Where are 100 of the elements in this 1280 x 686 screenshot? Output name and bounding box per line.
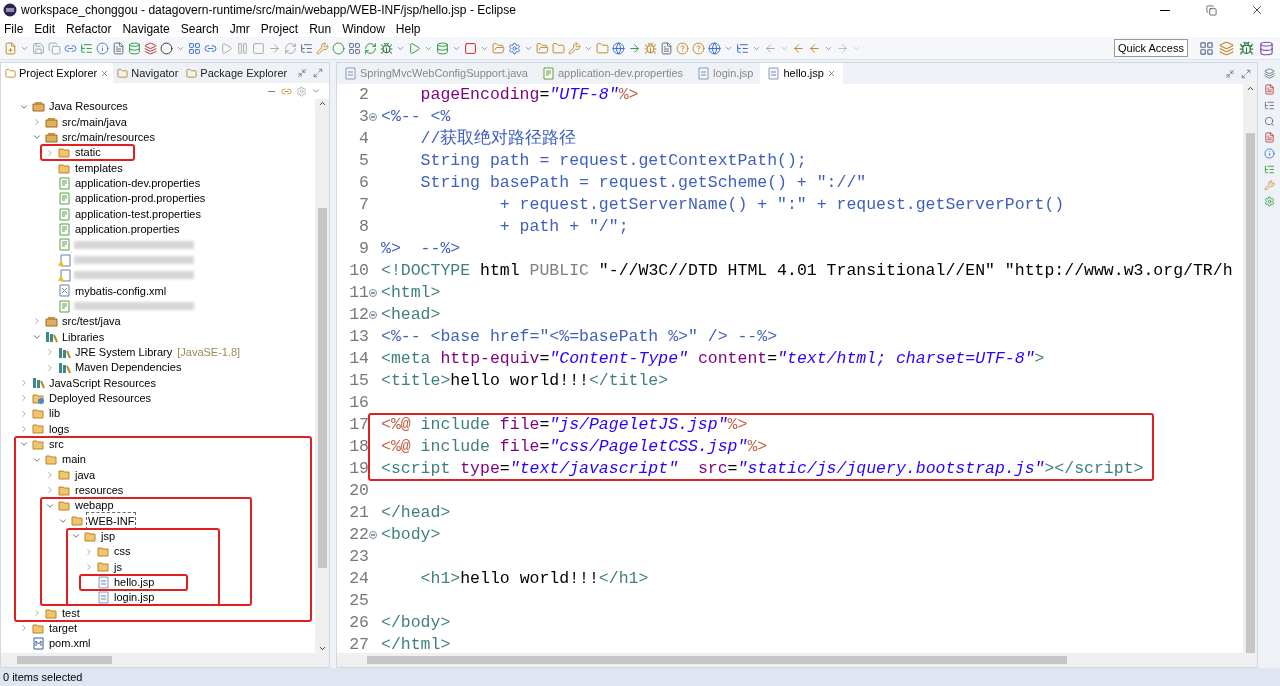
folder-icon[interactable] — [596, 41, 609, 55]
tree-item[interactable]: src/test/java — [61, 313, 122, 330]
tree-item[interactable]: application-test.properties — [74, 205, 202, 223]
gear-icon[interactable] — [1263, 196, 1275, 207]
arrow-left-icon[interactable] — [808, 41, 821, 55]
tree-item[interactable]: resources — [74, 482, 125, 499]
folder-icon[interactable] — [552, 41, 565, 55]
tree-item[interactable]: application.properties — [74, 221, 181, 238]
database-icon[interactable] — [436, 41, 449, 55]
tree-item[interactable]: application-prod.properties — [74, 190, 207, 207]
menu-item[interactable]: Jmr — [229, 19, 250, 38]
gear-icon[interactable] — [296, 85, 307, 97]
menu-item[interactable]: File — [4, 19, 24, 38]
tree-item[interactable]: jsp — [100, 528, 117, 545]
view-tab[interactable]: Project Explorer — [1, 63, 114, 83]
tree-item[interactable]: Libraries — [61, 328, 106, 346]
wrench-icon[interactable] — [1263, 180, 1275, 191]
new-file-icon[interactable] — [4, 41, 17, 55]
document-icon[interactable] — [1263, 132, 1275, 143]
tree-item[interactable]: target — [48, 620, 79, 637]
wrench-icon[interactable] — [568, 41, 581, 55]
list-icon[interactable] — [1263, 100, 1275, 111]
view-tab[interactable]: Package Explorer — [182, 63, 292, 83]
bug-icon[interactable] — [380, 41, 393, 55]
layers-icon[interactable] — [144, 41, 157, 55]
tree-item[interactable]: src/main/java — [61, 113, 128, 131]
grid-icon[interactable] — [188, 41, 201, 55]
tree-item[interactable]: application-dev.properties — [74, 175, 202, 192]
globe-icon[interactable] — [612, 41, 625, 55]
tree-item[interactable]: static — [74, 144, 102, 161]
grid-icon[interactable] — [1199, 40, 1214, 56]
tree-item[interactable]: Deployed Resources — [48, 389, 153, 407]
close-icon[interactable] — [826, 69, 836, 78]
bug-icon[interactable] — [644, 41, 657, 55]
copy-icon[interactable] — [48, 41, 61, 55]
scroll-up-icon[interactable] — [1245, 84, 1255, 93]
wrench-icon[interactable] — [316, 41, 329, 55]
step-icon[interactable] — [268, 41, 281, 55]
help-icon[interactable] — [692, 41, 705, 55]
circle-icon[interactable] — [332, 41, 345, 55]
arrow-left-icon[interactable] — [792, 41, 805, 55]
menu-item[interactable]: Help — [395, 19, 421, 38]
grid-icon[interactable] — [348, 41, 361, 55]
info-icon[interactable] — [96, 41, 109, 55]
close-icon[interactable] — [100, 68, 110, 78]
tree-item[interactable]: css — [113, 543, 132, 560]
play-icon[interactable] — [408, 41, 421, 55]
arrow-left-icon[interactable] — [764, 41, 777, 55]
scrollbar[interactable] — [315, 99, 329, 653]
save-icon[interactable] — [32, 41, 45, 55]
play-icon[interactable] — [220, 41, 233, 55]
maximize-icon[interactable] — [313, 68, 323, 78]
folder-icon[interactable] — [536, 41, 549, 55]
refresh-icon[interactable] — [364, 41, 377, 55]
scroll-up-icon[interactable] — [317, 99, 327, 108]
menu-item[interactable]: Navigate — [122, 19, 170, 38]
stop-icon[interactable] — [252, 41, 265, 55]
bug-icon[interactable] — [1239, 40, 1254, 56]
fold-icon[interactable] — [369, 289, 377, 297]
horizontal-scrollbar[interactable] — [337, 653, 1257, 667]
help-icon[interactable] — [676, 41, 689, 55]
tree-item[interactable]: JavaScript Resources — [48, 374, 157, 392]
globe-icon[interactable] — [708, 41, 721, 55]
list-icon[interactable] — [80, 41, 93, 55]
fold-icon[interactable] — [369, 531, 377, 539]
document-icon[interactable] — [660, 41, 673, 55]
arrow-right-icon[interactable] — [836, 41, 849, 55]
editor-tab[interactable]: hello.jsp — [760, 63, 843, 84]
quick-access-field[interactable]: Quick Access — [1113, 39, 1188, 57]
menu-item[interactable]: Edit — [34, 19, 56, 38]
tree-item[interactable]: WEB-INF — [87, 512, 136, 530]
list-icon[interactable] — [736, 41, 749, 55]
tree-item[interactable]: test — [61, 604, 81, 622]
maximize-icon[interactable] — [1241, 68, 1251, 79]
tree-item[interactable]: mybatis-config.xml — [74, 282, 168, 300]
view-tab[interactable]: Navigator — [113, 63, 183, 83]
tree-item[interactable]: Maven Dependencies — [74, 359, 183, 376]
circle-icon[interactable] — [160, 41, 173, 55]
search-icon[interactable] — [1263, 116, 1275, 127]
database-icon[interactable] — [128, 41, 141, 55]
tree-item[interactable]: webapp — [74, 497, 115, 514]
tree-item[interactable]: js — [113, 558, 123, 576]
menu-item[interactable]: Run — [309, 19, 332, 38]
fold-icon[interactable] — [369, 311, 377, 319]
list-icon[interactable] — [300, 41, 313, 55]
info-icon[interactable] — [1263, 148, 1275, 159]
tree-item[interactable]: login.jsp — [113, 589, 156, 606]
horizontal-scrollbar[interactable] — [1, 653, 329, 667]
tree-item[interactable]: Java Resources — [48, 99, 129, 115]
arrow-right-icon[interactable] — [628, 41, 641, 55]
tree-item[interactable]: logs — [48, 420, 71, 438]
database-icon[interactable] — [1259, 40, 1274, 56]
scroll-down-icon[interactable] — [317, 644, 327, 653]
tree-item[interactable]: pom.xml — [48, 635, 92, 652]
tree-item[interactable]: java — [74, 466, 97, 484]
document-icon[interactable] — [1263, 84, 1275, 95]
tree-item[interactable]: src/main/resources — [61, 129, 156, 146]
tree-item[interactable]: templates — [74, 159, 124, 177]
tree-item[interactable]: main — [61, 451, 87, 468]
stop-icon[interactable] — [464, 41, 477, 55]
